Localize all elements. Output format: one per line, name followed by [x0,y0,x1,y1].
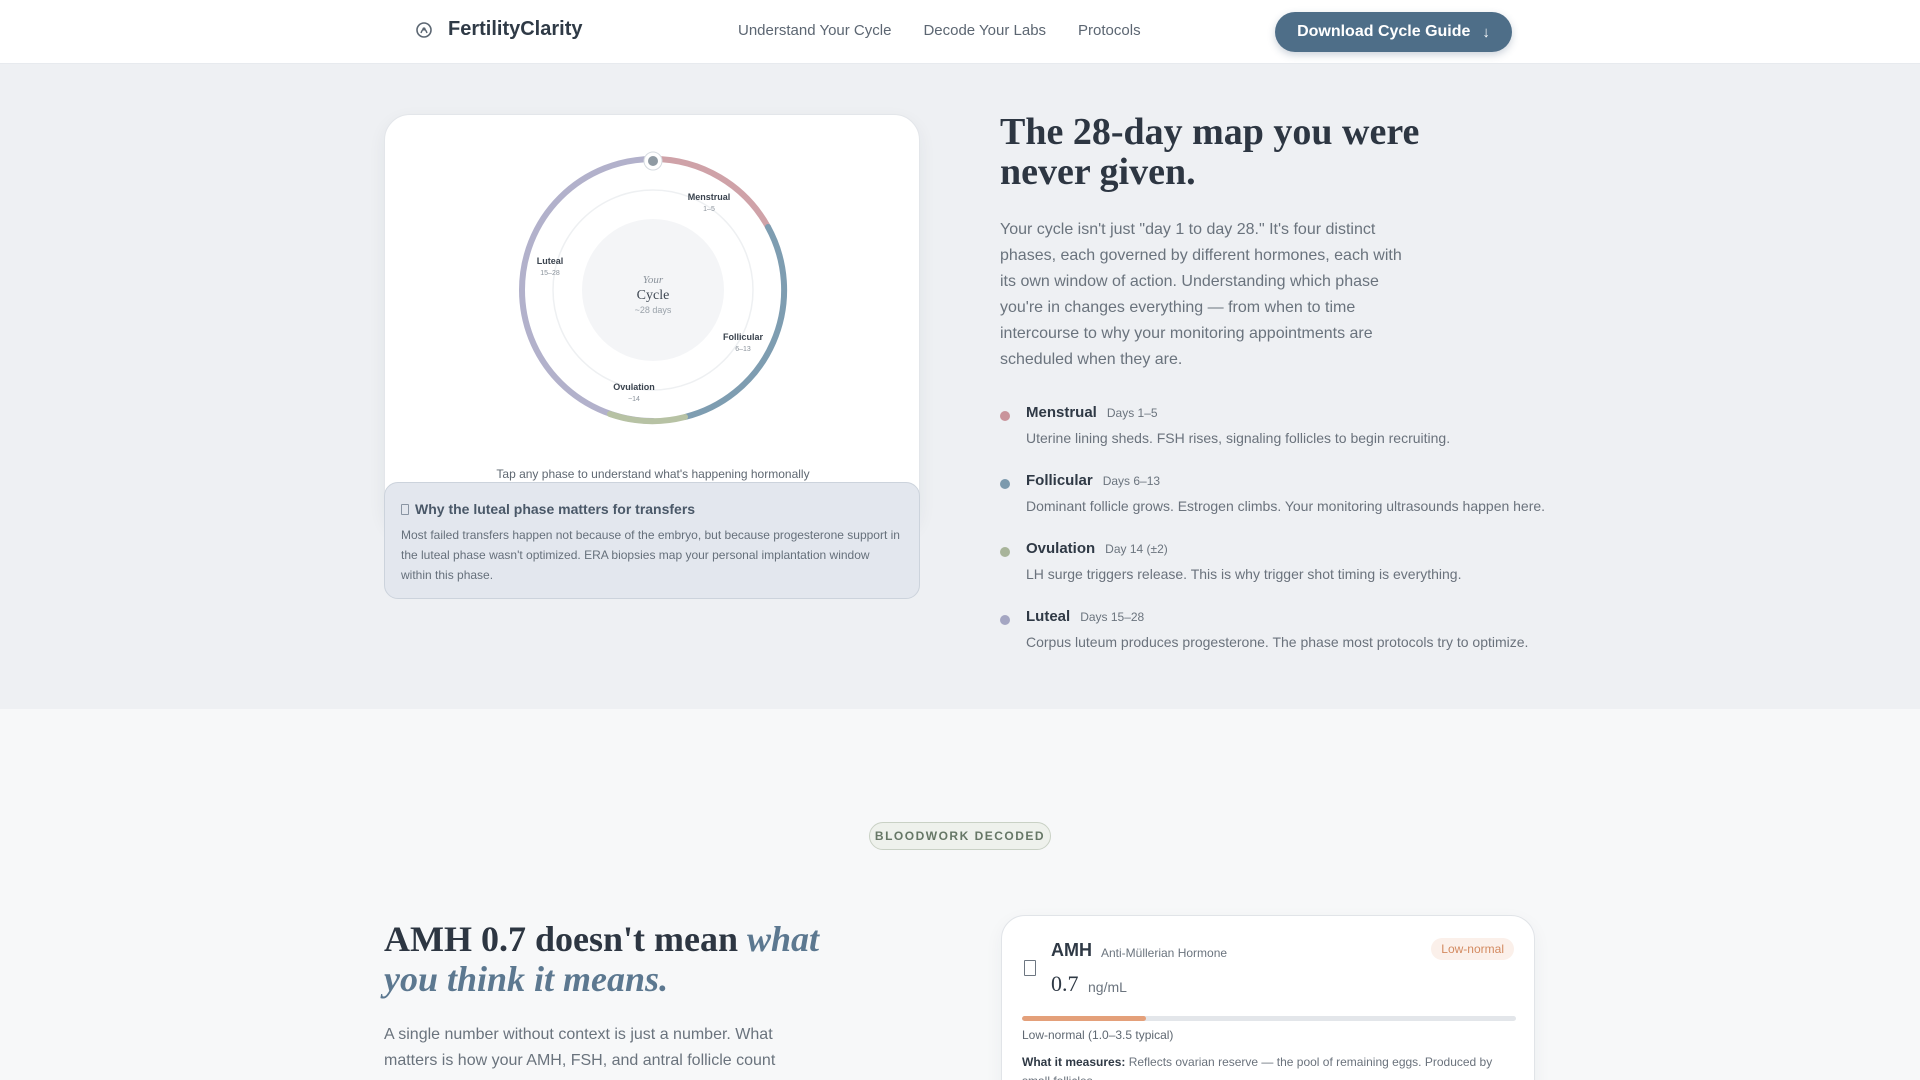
phase-item-ovulation[interactable]: Ovulation Day 14 (±2) LH surge triggers … [1000,540,1560,586]
phase-name: Follicular [1026,472,1093,489]
lab-measure-label: What it measures: [1022,1055,1126,1069]
phase-dot-luteal [1000,615,1010,625]
nav-links: Understand Your Cycle Decode Your Labs P… [738,22,1141,39]
amh-lab-card[interactable]: AMH Anti-Müllerian Hormone Low-normal 0.… [1001,915,1535,1080]
info-card-title-row: Why the luteal phase matters for transfe… [401,501,903,517]
phase-name: Luteal [1026,608,1071,625]
lab-range-bar [1022,1016,1516,1021]
brand-name: FertilityClarity [448,18,583,40]
phase-item-menstrual[interactable]: Menstrual Days 1–5 Uterine lining sheds.… [1000,404,1560,450]
nav-link-understand-cycle[interactable]: Understand Your Cycle [738,22,891,39]
download-guide-label: Download Cycle Guide [1297,23,1471,40]
labs-headline: AMH 0.7 doesn't mean what you think it m… [384,919,844,999]
nav-link-protocols[interactable]: Protocols [1078,22,1141,39]
phase-desc: Corpus luteum produces progesterone. The… [1026,634,1529,650]
lab-name: AMH [1051,940,1092,960]
lab-value: 0.7 [1051,971,1079,996]
phase-name: Ovulation [1026,540,1096,557]
phase-days: Days 15–28 [1080,610,1145,624]
labs-lead: A single number without context is just … [384,1026,776,1069]
tap-hint: Tap any phase to understand what's happe… [496,467,810,481]
wheel-label-follicular[interactable]: Follicular [723,332,764,342]
center-sub-text: ~28 days [635,305,672,315]
nav-link-decode-labs[interactable]: Decode Your Labs [923,22,1046,39]
document-icon [1024,960,1036,976]
wheel-days-follicular: 6–13 [735,346,751,353]
cycle-section: Your Cycle ~28 days Menstrual 1–5 Follic… [0,64,1920,709]
cycle-headline: The 28-day map you were never given. [1000,111,1420,193]
phase-days: Days 6–13 [1102,474,1161,488]
phase-dot-menstrual [1000,411,1010,421]
wheel-label-luteal[interactable]: Luteal [537,256,564,266]
day-marker-dot [648,156,658,166]
lab-unit: ng/mL [1088,979,1127,995]
cycle-wheel-card: Your Cycle ~28 days Menstrual 1–5 Follic… [384,114,920,530]
phase-name: Menstrual [1026,404,1097,421]
cycle-lead: Your cycle isn't just "day 1 to day 28."… [1000,221,1402,368]
lab-measure-text: What it measures: Reflects ovarian reser… [1022,1053,1512,1080]
phase-desc: Dominant follicle grows. Estrogen climbs… [1026,498,1546,514]
center-main-text: Cycle [637,288,670,303]
wheel-label-menstrual[interactable]: Menstrual [688,192,731,202]
download-guide-button[interactable]: Download Cycle Guide ↓ [1275,12,1512,52]
info-card-text: Most failed transfers happen not because… [401,528,900,582]
brand[interactable]: FertilityClarity [414,18,582,41]
arc-ovulation[interactable] [607,411,688,425]
center-top-text: Your [643,274,664,286]
arrow-down-icon: ↓ [1482,23,1490,41]
phase-desc: LH surge triggers release. This is why t… [1026,566,1462,582]
luteal-info-card: Why the luteal phase matters for transfe… [384,482,920,599]
phase-days: Day 14 (±2) [1105,542,1168,556]
phase-desc: Uterine lining sheds. FSH rises, signali… [1026,430,1451,446]
phase-dot-follicular [1000,479,1010,489]
lab-range-fill [1022,1016,1146,1021]
labs-section: BLOODWORK DECODED AMH 0.7 doesn't mean w… [0,709,1920,1080]
brand-logo-icon [416,21,432,38]
phase-item-luteal[interactable]: Luteal Days 15–28 Corpus luteum produces… [1000,608,1560,654]
phase-list: Menstrual Days 1–5 Uterine lining sheds.… [1000,404,1560,676]
status-badge: Low-normal [1431,938,1514,960]
phase-dot-ovulation [1000,547,1010,557]
document-icon [401,503,409,515]
phase-days: Days 1–5 [1106,406,1158,420]
section-tag: BLOODWORK DECODED [869,822,1051,850]
wheel-days-ovulation: ~14 [628,396,640,403]
info-card-title: Why the luteal phase matters for transfe… [415,501,696,517]
top-nav: FertilityClarity Understand Your Cycle D… [0,0,1920,64]
labs-headline-plain: AMH 0.7 doesn't mean [384,919,747,959]
wheel-label-ovulation[interactable]: Ovulation [613,382,655,392]
wheel-days-luteal: 15–28 [540,270,560,277]
phase-item-follicular[interactable]: Follicular Days 6–13 Dominant follicle g… [1000,472,1560,518]
wheel-days-menstrual: 1–5 [703,206,715,213]
lab-full-name: Anti-Müllerian Hormone [1101,946,1228,960]
lab-range-text: Low-normal (1.0–3.5 typical) [1022,1028,1174,1042]
